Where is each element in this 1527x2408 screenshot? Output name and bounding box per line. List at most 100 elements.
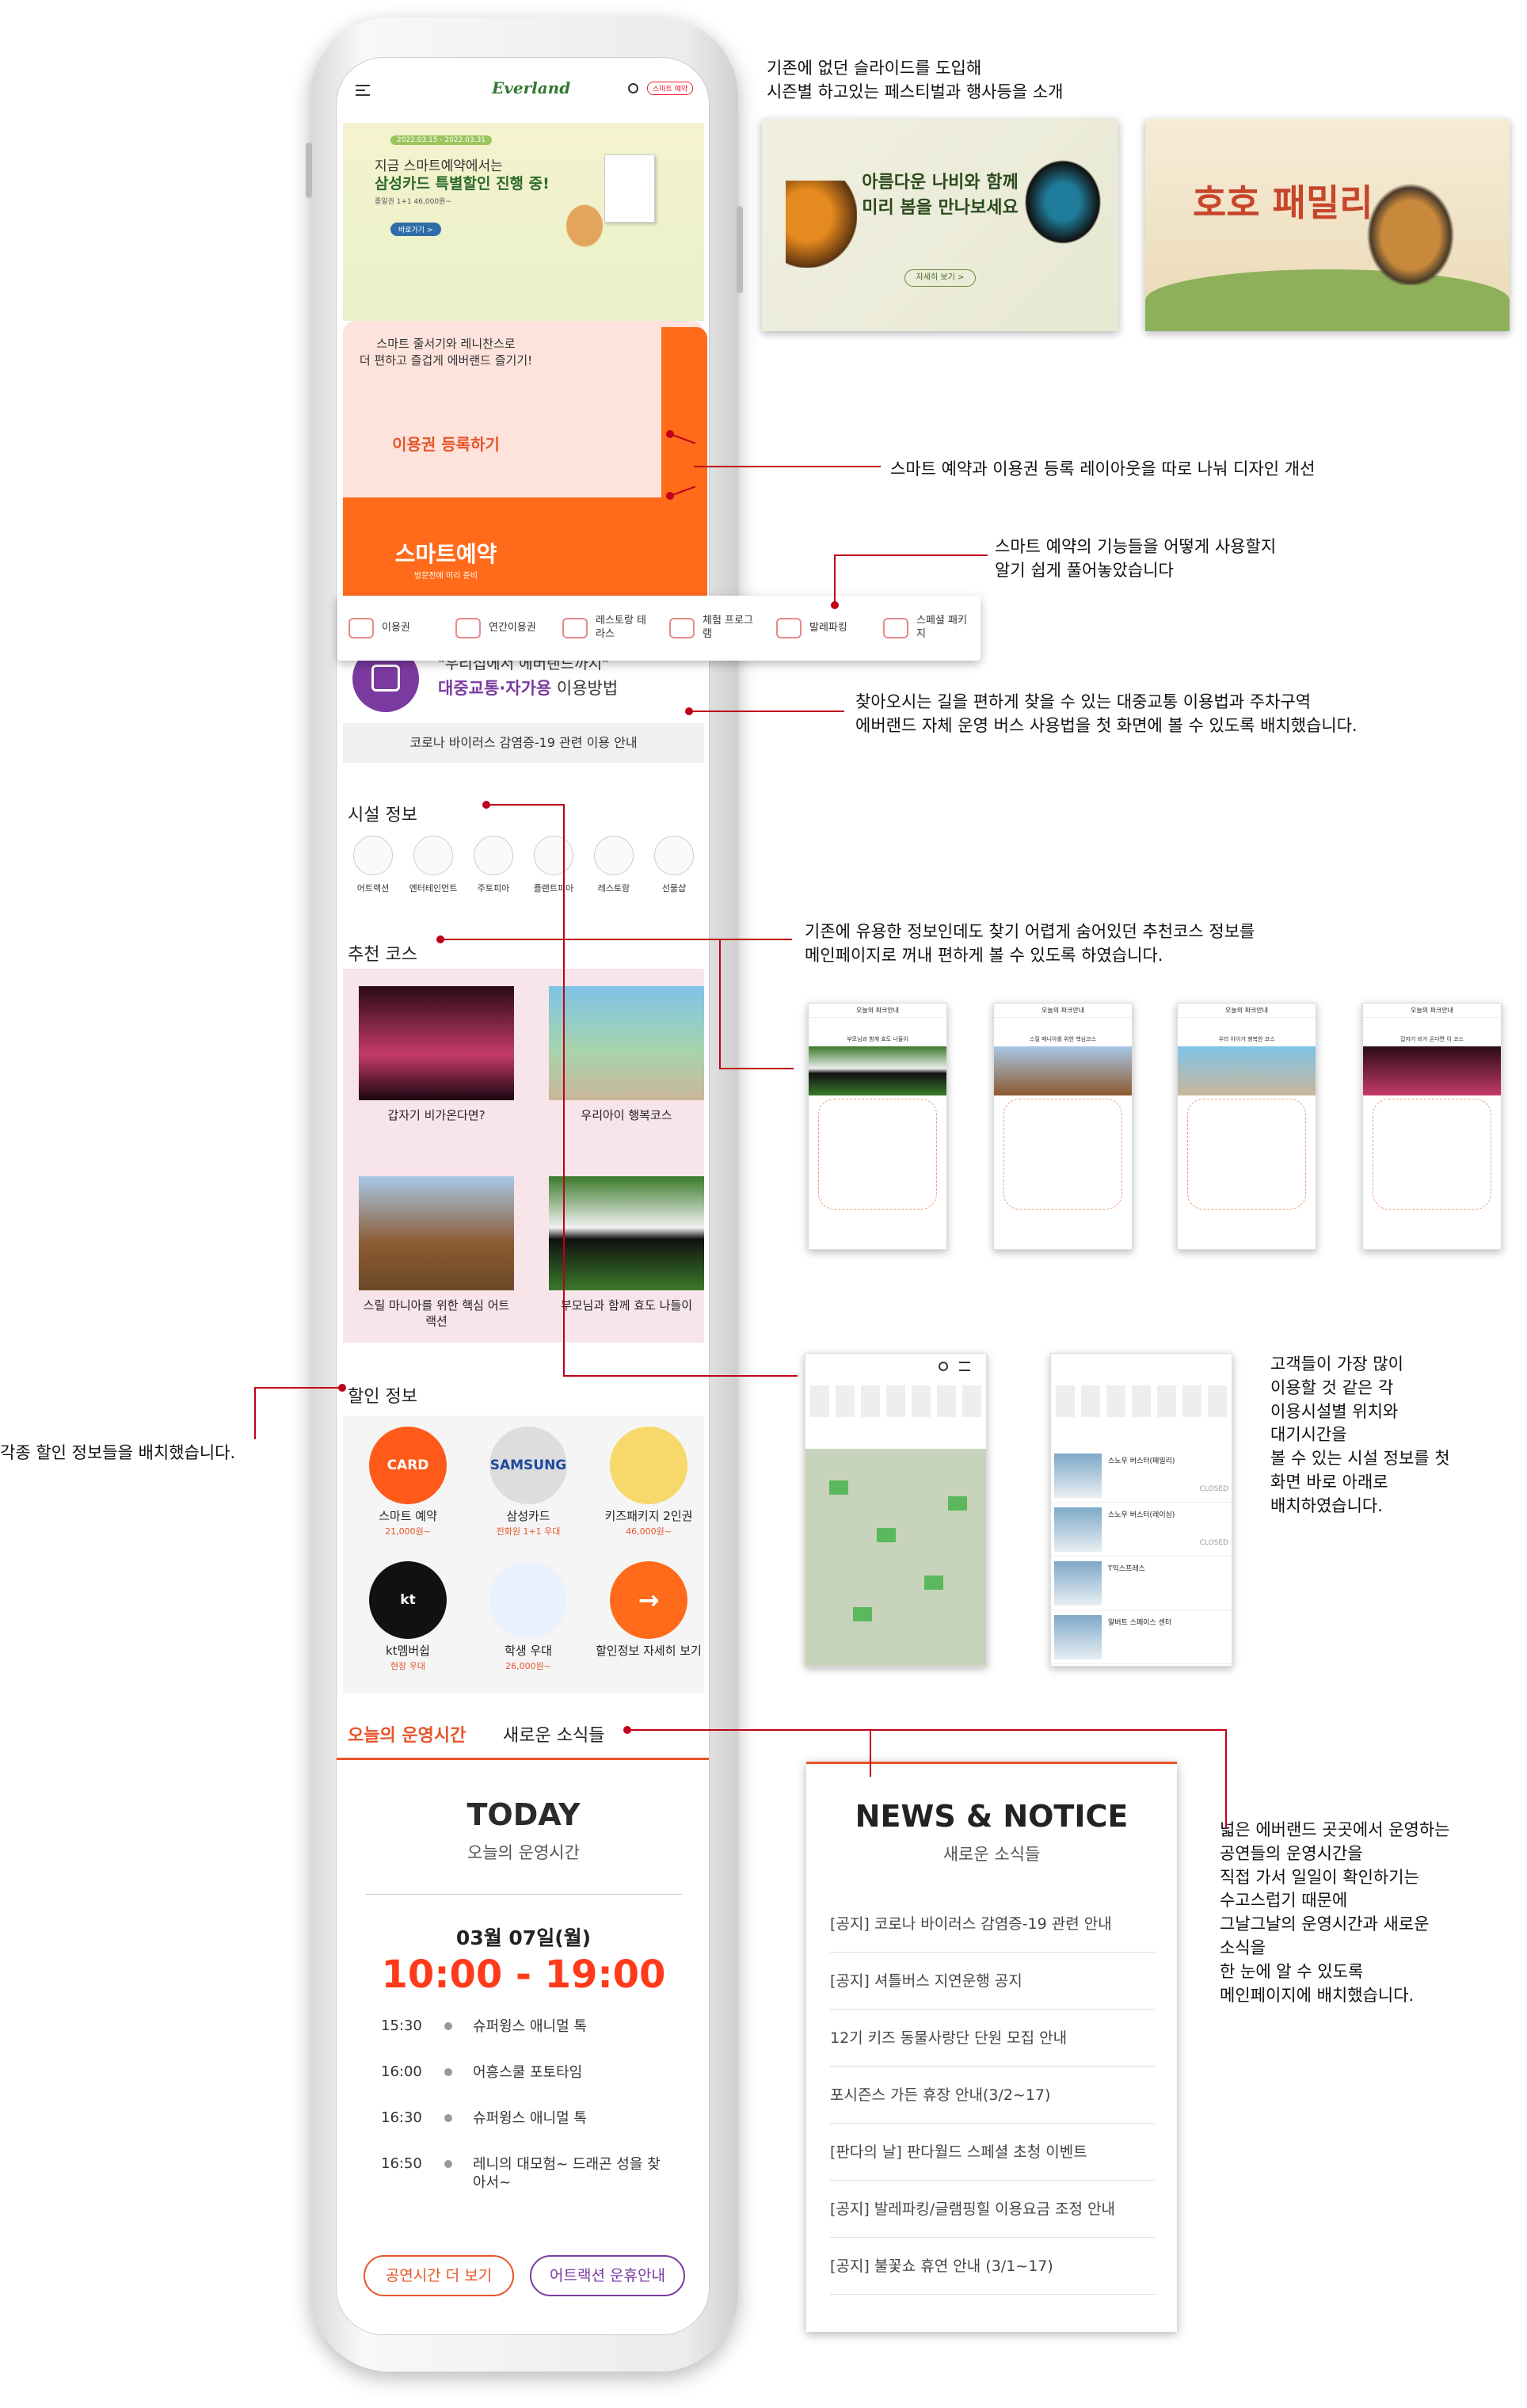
everland-logo[interactable]: Everland	[492, 78, 570, 97]
ann-line: 스마트 예약의 기능들을 어떻게 사용할지	[995, 537, 1277, 556]
screen-course-title: 스릴 매니아를 위한 핵심코스	[1030, 1036, 1096, 1042]
ann-line: 이용할 것 같은 각	[1270, 1377, 1394, 1397]
news-item[interactable]: 12기 키즈 동물사랑단 단원 모집 안내	[830, 2010, 1155, 2067]
discount-price: 46,000원~	[626, 1526, 672, 1537]
facility-label: 선물샵	[661, 883, 687, 893]
quick-menu-item[interactable]: 체험 프로그램	[658, 596, 765, 661]
facility-list-item: 스노우 버스터(레이싱) CLOSED	[1051, 1503, 1232, 1556]
slide-card-title: 호호 패밀리	[1193, 181, 1373, 224]
quick-menu-item[interactable]: 연간이용권	[444, 596, 551, 661]
facility-icon	[353, 836, 393, 875]
screen-course-image	[809, 1046, 946, 1095]
news-item[interactable]: [공지] 셔틀버스 지연운행 공지	[830, 1953, 1155, 2010]
discount-name: 키즈패키지 2인권	[604, 1509, 693, 1523]
discount-grid: CARD 스마트 예약 21,000원~ SAMSUNG 삼성카드 전화원 1+1 우대 키…	[343, 1415, 704, 1693]
quick-menu-item[interactable]: 스페셜 패키지	[872, 596, 979, 661]
screen-course-title: 우리 아이가 행복한 코스	[1218, 1036, 1275, 1042]
facility-item[interactable]: 엔터테인먼트	[403, 833, 463, 912]
discount-item[interactable]: → 할인정보 자세히 보기	[593, 1561, 704, 1659]
promo-banner[interactable]: 2022.03.15 - 2022.03.31 지금 스마트예약에서는 삼성카드…	[343, 123, 704, 321]
corona-notice[interactable]: 코로나 바이러스 감염증-19 관련 이용 안내	[343, 723, 704, 763]
tab-today[interactable]: 오늘의 운영시간	[348, 1721, 466, 1747]
transport-highlight: 대중교통·자가용	[438, 679, 552, 698]
facility-item[interactable]: 플랜트피아	[524, 833, 584, 912]
news-item[interactable]: 포시즌스 가든 휴장 안내(3/2~17)	[830, 2067, 1155, 2124]
course-label: 부모님과 함께 효도 나들이	[560, 1298, 693, 1313]
ann-line: 이용시설별 위치와	[1270, 1401, 1399, 1421]
news-item[interactable]: [공지] 코로나 바이러스 감염증-19 관련 안내	[830, 1896, 1155, 1953]
attraction-closure-button[interactable]: 어트랙션 운휴안내	[530, 2255, 685, 2296]
quick-menu-label: 레스토랑 테라스	[596, 615, 646, 640]
quick-menu-label: 이용권	[382, 621, 410, 634]
tab-news[interactable]: 새로운 소식들	[503, 1721, 604, 1747]
banner-go-button[interactable]: 바로가기 >	[390, 223, 441, 236]
search-icon[interactable]	[628, 83, 638, 93]
map-marker	[948, 1496, 967, 1511]
schedule-row: 16:50 레니의 대모험~ 드래곤 성을 찾아서~	[381, 2155, 682, 2201]
register-section[interactable]: 스마트 줄서기와 레니찬스로 더 편하고 즐겁게 에버랜드 즐기기! 이용권 등…	[343, 321, 704, 503]
smart-reserve-header-button[interactable]: 스마트 예약	[647, 82, 694, 95]
screen-course-title: 갑자기 비가 온다면 이 코스	[1400, 1036, 1464, 1042]
facility-item[interactable]: 어트랙션	[343, 833, 403, 912]
ann-line: 알기 쉽게 풀어놓았습니다	[995, 560, 1174, 580]
facility-label: 레스토랑	[597, 883, 630, 893]
course-image	[549, 1176, 704, 1290]
facility-item[interactable]: 주토피아	[463, 833, 524, 912]
screen-course-image	[1178, 1046, 1316, 1095]
news-item[interactable]: [판다의 날] 판다월드 스페셜 초청 이벤트	[830, 2124, 1155, 2181]
menu-icon[interactable]	[356, 85, 370, 96]
quick-menu-label: 체험 프로그램	[703, 615, 753, 640]
facility-list-screen: 스노우 버스터(패밀리) CLOSED 스노우 버스터(레이싱) CLOSED T익스프…	[1050, 1353, 1232, 1667]
today-sub: 오늘의 운영시간	[467, 1843, 580, 1862]
ann-line: 대기시간을	[1270, 1425, 1347, 1445]
facility-label: 어트랙션	[356, 883, 390, 893]
facility-list-name: 알버트 스페이스 센터	[1108, 1619, 1172, 1627]
facility-icon	[654, 836, 694, 875]
facility-closed-badge: CLOSED	[1199, 1539, 1228, 1547]
discount-badge	[489, 1561, 567, 1639]
slide-detail-button[interactable]: 자세히 보기 >	[904, 269, 976, 287]
discount-item[interactable]: kt kt멤버쉽 현장 우대	[352, 1561, 463, 1672]
news-list: [공지] 코로나 바이러스 감염증-19 관련 안내 [공지] 셔틀버스 지연운행…	[830, 1896, 1155, 2295]
connector-line	[870, 1729, 871, 1777]
news-item[interactable]: [공지] 불꽃쇼 휴연 안내 (3/1~17)	[830, 2238, 1155, 2295]
discount-badge	[610, 1427, 687, 1504]
smart-reserve-title: 스마트예약	[394, 541, 497, 567]
connector-line	[834, 554, 836, 605]
register-title[interactable]: 이용권 등록하기	[343, 432, 549, 455]
ann-line: 기존에 유용한 정보인데도 찾기 어렵게 숨어있던 추천코스 정보를	[805, 922, 1255, 941]
course-item[interactable]: 부모님과 함께 효도 나들이	[549, 1176, 704, 1335]
facility-title: 시설 정보	[348, 806, 417, 825]
ann-line: 그날그날의 운영시간과 새로운	[1220, 1915, 1430, 1934]
map-area	[805, 1449, 986, 1666]
quick-menu-item[interactable]: 발레파킹	[765, 596, 872, 661]
quick-menu-item[interactable]: 레스토랑 테라스	[551, 596, 658, 661]
connector-line	[834, 554, 988, 556]
schedule-row: 16:30 슈퍼윙스 애니멀 톡	[381, 2109, 682, 2155]
facility-icon	[534, 836, 573, 875]
discount-name: kt멤버쉽	[386, 1644, 430, 1658]
smart-reserve-sub: 방문전에 미리 준비	[414, 572, 478, 581]
facility-row: 어트랙션 엔터테인먼트 주토피아 플랜트피아 레스토랑 선물샵	[343, 833, 704, 912]
map-marker	[853, 1607, 872, 1621]
quick-menu-item[interactable]: 이용권	[337, 596, 444, 661]
news-item[interactable]: [공지] 발레파킹/글램핑힐 이용요금 조정 안내	[830, 2181, 1155, 2238]
facility-icon	[413, 836, 453, 875]
course-item[interactable]: 스릴 마니아를 위한 핵심 어트랙션	[359, 1176, 514, 1335]
connector-line	[627, 1729, 1226, 1731]
discount-item[interactable]: 키즈패키지 2인권 46,000원~	[593, 1427, 704, 1537]
show-more-button[interactable]: 공연시간 더 보기	[364, 2255, 514, 2296]
course-item[interactable]: 우리아이 행복코스	[549, 986, 704, 1145]
ann-line: 수고스럽기 때문에	[1220, 1891, 1348, 1911]
facility-item[interactable]: 선물샵	[644, 833, 704, 912]
discount-item[interactable]: 학생 우대 26,000원~	[473, 1561, 584, 1672]
facility-item[interactable]: 레스토랑	[584, 833, 644, 912]
discount-item[interactable]: CARD 스마트 예약 21,000원~	[352, 1427, 463, 1537]
course-item[interactable]: 갑자기 비가온다면?	[359, 986, 514, 1145]
slide-card-line: 미리 봄을 만나보세요	[862, 198, 1019, 218]
today-panel: TODAY 오늘의 운영시간 03월 07일(월) 10:00 - 19:00 …	[337, 1762, 709, 2334]
quick-menu-label: 연간이용권	[489, 621, 536, 634]
today-title: TODAY	[466, 1797, 581, 1832]
connector-line	[719, 1068, 794, 1069]
discount-item[interactable]: SAMSUNG 삼성카드 전화원 1+1 우대	[473, 1427, 584, 1537]
